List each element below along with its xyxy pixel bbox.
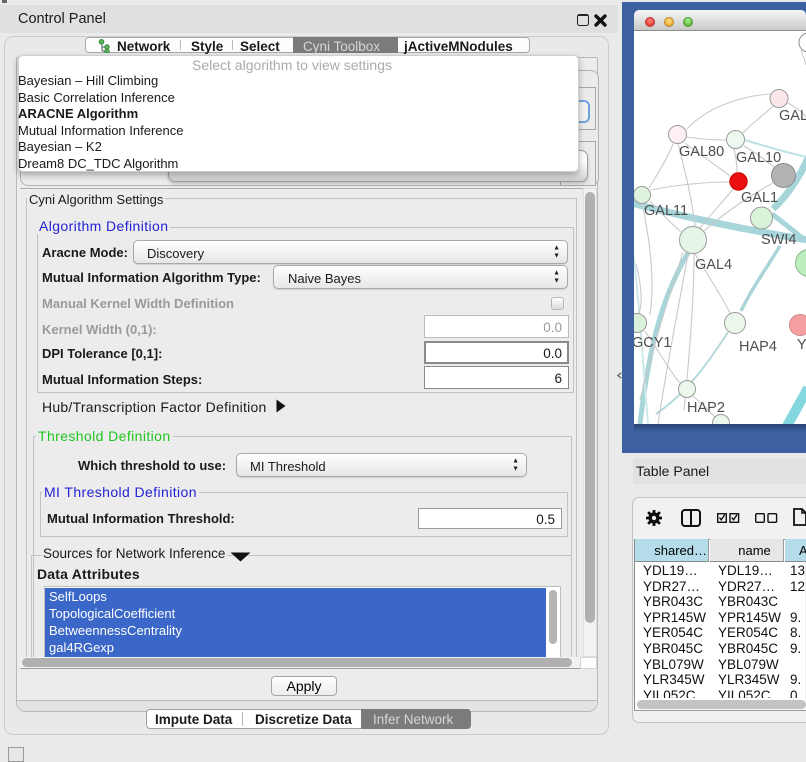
svg-text:GAL80: GAL80: [679, 144, 724, 160]
svg-text:Y: Y: [797, 337, 806, 353]
svg-text:GAL4: GAL4: [695, 257, 732, 273]
svg-text:HAP4: HAP4: [739, 339, 777, 355]
svg-text:GAL1: GAL1: [741, 190, 778, 206]
svg-text:GAL: GAL: [779, 108, 806, 124]
svg-text:SWI4: SWI4: [761, 232, 796, 248]
svg-text:GCY1: GCY1: [634, 335, 672, 351]
svg-text:GAL11: GAL11: [644, 203, 688, 219]
svg-text:HAP2: HAP2: [687, 400, 725, 416]
svg-text:GAL10: GAL10: [736, 150, 781, 166]
